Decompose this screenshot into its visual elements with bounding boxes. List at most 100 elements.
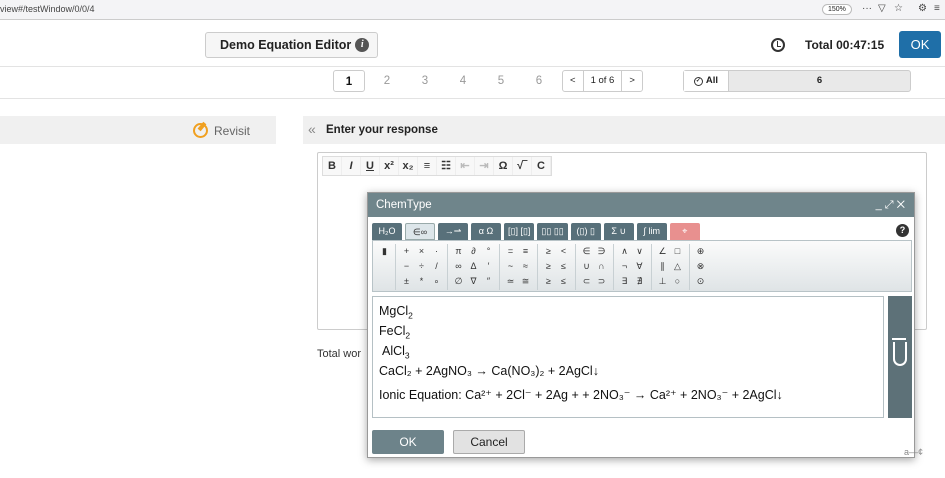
url-text[interactable]: view#/testWindow/0/0/4	[0, 4, 95, 14]
palette-symbol-button[interactable]: ∪	[579, 259, 594, 274]
palette-symbol-button[interactable]: ▮	[377, 244, 392, 259]
bullet-list-button[interactable]: ☷	[437, 157, 456, 175]
palette-symbol-button[interactable]: ≤	[556, 259, 571, 274]
palette-symbol-button[interactable]: ~	[503, 259, 518, 274]
palette-symbol-button[interactable]: ¬	[617, 259, 632, 274]
more-icon[interactable]: ···	[862, 3, 872, 14]
chemtype-cancel-button[interactable]: Cancel	[453, 430, 525, 454]
palette-symbol-button[interactable]: ≥	[541, 274, 556, 289]
palette-symbol-button[interactable]: ∈	[579, 244, 594, 259]
palette-symbol-button[interactable]: ∧	[617, 244, 632, 259]
resize-handle-icon[interactable]: a—¢	[904, 447, 923, 457]
palette-symbol-button[interactable]: =	[503, 244, 518, 259]
palette-symbol-button[interactable]: ≥	[541, 244, 556, 259]
page-1[interactable]: 1	[333, 70, 365, 92]
all-button[interactable]: ✓ All	[684, 71, 729, 91]
palette-symbol-button[interactable]: −	[399, 259, 414, 274]
palette-symbol-button[interactable]: ∀	[632, 259, 647, 274]
palette-symbol-button[interactable]: <	[556, 244, 571, 259]
collapse-chevron-icon[interactable]: «	[308, 121, 316, 137]
palette-symbol-button[interactable]: ≃	[503, 274, 518, 289]
tab-brackets[interactable]: (▯) ▯	[570, 223, 601, 240]
palette-symbol-button[interactable]: ∃	[617, 274, 632, 289]
zoom-badge[interactable]: 150%	[822, 4, 852, 15]
page-3[interactable]: 3	[409, 70, 441, 92]
page-4[interactable]: 4	[447, 70, 479, 92]
palette-symbol-button[interactable]: ○	[670, 274, 685, 289]
palette-symbol-button[interactable]: ∞	[451, 259, 466, 274]
sqrt-button[interactable]: √‾	[513, 157, 532, 175]
indent-button[interactable]: ⇥	[475, 157, 494, 175]
tab-scripts[interactable]: ▯▯ ▯▯	[537, 223, 568, 240]
info-icon[interactable]: i	[355, 38, 370, 52]
tab-operators[interactable]: Σ ∪	[603, 223, 634, 240]
palette-symbol-button[interactable]: ′	[481, 259, 496, 274]
pocket-icon[interactable]: ▽	[878, 3, 886, 14]
ordered-list-button[interactable]: ≡	[418, 157, 437, 175]
tab-matrices[interactable]: [▯] [▯]	[504, 223, 535, 240]
tab-calculus[interactable]: ∫ lim	[636, 223, 667, 240]
special-char-button[interactable]: Ω	[494, 157, 513, 175]
superscript-button[interactable]: x²	[380, 157, 399, 175]
page-5[interactable]: 5	[485, 70, 517, 92]
palette-symbol-button[interactable]: ÷	[414, 259, 429, 274]
chemtype-titlebar[interactable]: ChemType _⤢✕	[368, 193, 914, 217]
palette-symbol-button[interactable]: ∇	[466, 274, 481, 289]
outdent-button[interactable]: ⇤	[456, 157, 475, 175]
palette-symbol-button[interactable]: ∅	[451, 274, 466, 289]
palette-symbol-button[interactable]: ⊗	[693, 259, 708, 274]
palette-symbol-button[interactable]: ≤	[556, 274, 571, 289]
clear-format-button[interactable]: C	[532, 157, 551, 175]
help-icon[interactable]: ?	[896, 224, 909, 237]
palette-symbol-button[interactable]: ⊥	[655, 274, 670, 289]
bold-button[interactable]: B	[323, 157, 342, 175]
page-2[interactable]: 2	[371, 70, 403, 92]
palette-symbol-button[interactable]: ∘	[429, 274, 444, 289]
palette-symbol-button[interactable]: /	[429, 259, 444, 274]
beaker-icon[interactable]	[892, 338, 907, 366]
italic-button[interactable]: I	[342, 157, 361, 175]
palette-symbol-button[interactable]: ⊂	[579, 274, 594, 289]
underline-button[interactable]: U	[361, 157, 380, 175]
star-icon[interactable]: ☆	[894, 3, 903, 14]
palette-symbol-button[interactable]: ≈	[518, 259, 533, 274]
formula-workarea[interactable]: MgCl2 FeCl2 AlCl3 CaCl₂ + 2AgNO₃ → Ca(NO…	[372, 296, 884, 418]
tab-greek[interactable]: α Ω	[471, 223, 501, 240]
prev-button[interactable]: <	[563, 71, 583, 91]
tab-extra[interactable]: ⌖	[669, 223, 700, 240]
palette-symbol-button[interactable]: ∠	[655, 244, 670, 259]
title-button[interactable]: Demo Equation Editor i	[205, 32, 379, 58]
palette-symbol-button[interactable]: ≥	[541, 259, 556, 274]
palette-symbol-button[interactable]: ⊃	[594, 274, 609, 289]
palette-symbol-button[interactable]: ∂	[466, 244, 481, 259]
palette-symbol-button[interactable]: ≅	[518, 274, 533, 289]
chemtype-ok-button[interactable]: OK	[372, 430, 444, 454]
palette-symbol-button[interactable]: ″	[481, 274, 496, 289]
palette-symbol-button[interactable]: ×	[414, 244, 429, 259]
palette-symbol-button[interactable]: ∋	[594, 244, 609, 259]
subscript-button[interactable]: x₂	[399, 157, 418, 175]
palette-symbol-button[interactable]: °	[481, 244, 496, 259]
palette-symbol-button[interactable]: □	[670, 244, 685, 259]
palette-symbol-button[interactable]: ⊙	[693, 274, 708, 289]
next-button[interactable]: >	[622, 71, 642, 91]
close-icon[interactable]: ✕	[897, 199, 908, 211]
tab-arrows[interactable]: →⇀	[438, 223, 468, 240]
palette-symbol-button[interactable]: π	[451, 244, 466, 259]
extensions-icon[interactable]: ⚙	[918, 3, 927, 14]
palette-symbol-button[interactable]: ·	[429, 244, 444, 259]
palette-symbol-button[interactable]: Δ	[466, 259, 481, 274]
minimize-icon[interactable]: _	[876, 199, 885, 211]
palette-symbol-button[interactable]: ∥	[655, 259, 670, 274]
palette-symbol-button[interactable]: ⊕	[693, 244, 708, 259]
page-6[interactable]: 6	[523, 70, 555, 92]
palette-symbol-button[interactable]: *	[414, 274, 429, 289]
palette-symbol-button[interactable]: ±	[399, 274, 414, 289]
revisit-button[interactable]: Revisit	[193, 123, 250, 138]
palette-symbol-button[interactable]: +	[399, 244, 414, 259]
menu-icon[interactable]: ≡	[934, 3, 940, 14]
ok-button[interactable]: OK	[899, 31, 941, 58]
palette-symbol-button[interactable]: ∩	[594, 259, 609, 274]
maximize-icon[interactable]: ⤢	[885, 199, 897, 211]
tab-chemistry[interactable]: H₂O	[372, 223, 402, 240]
